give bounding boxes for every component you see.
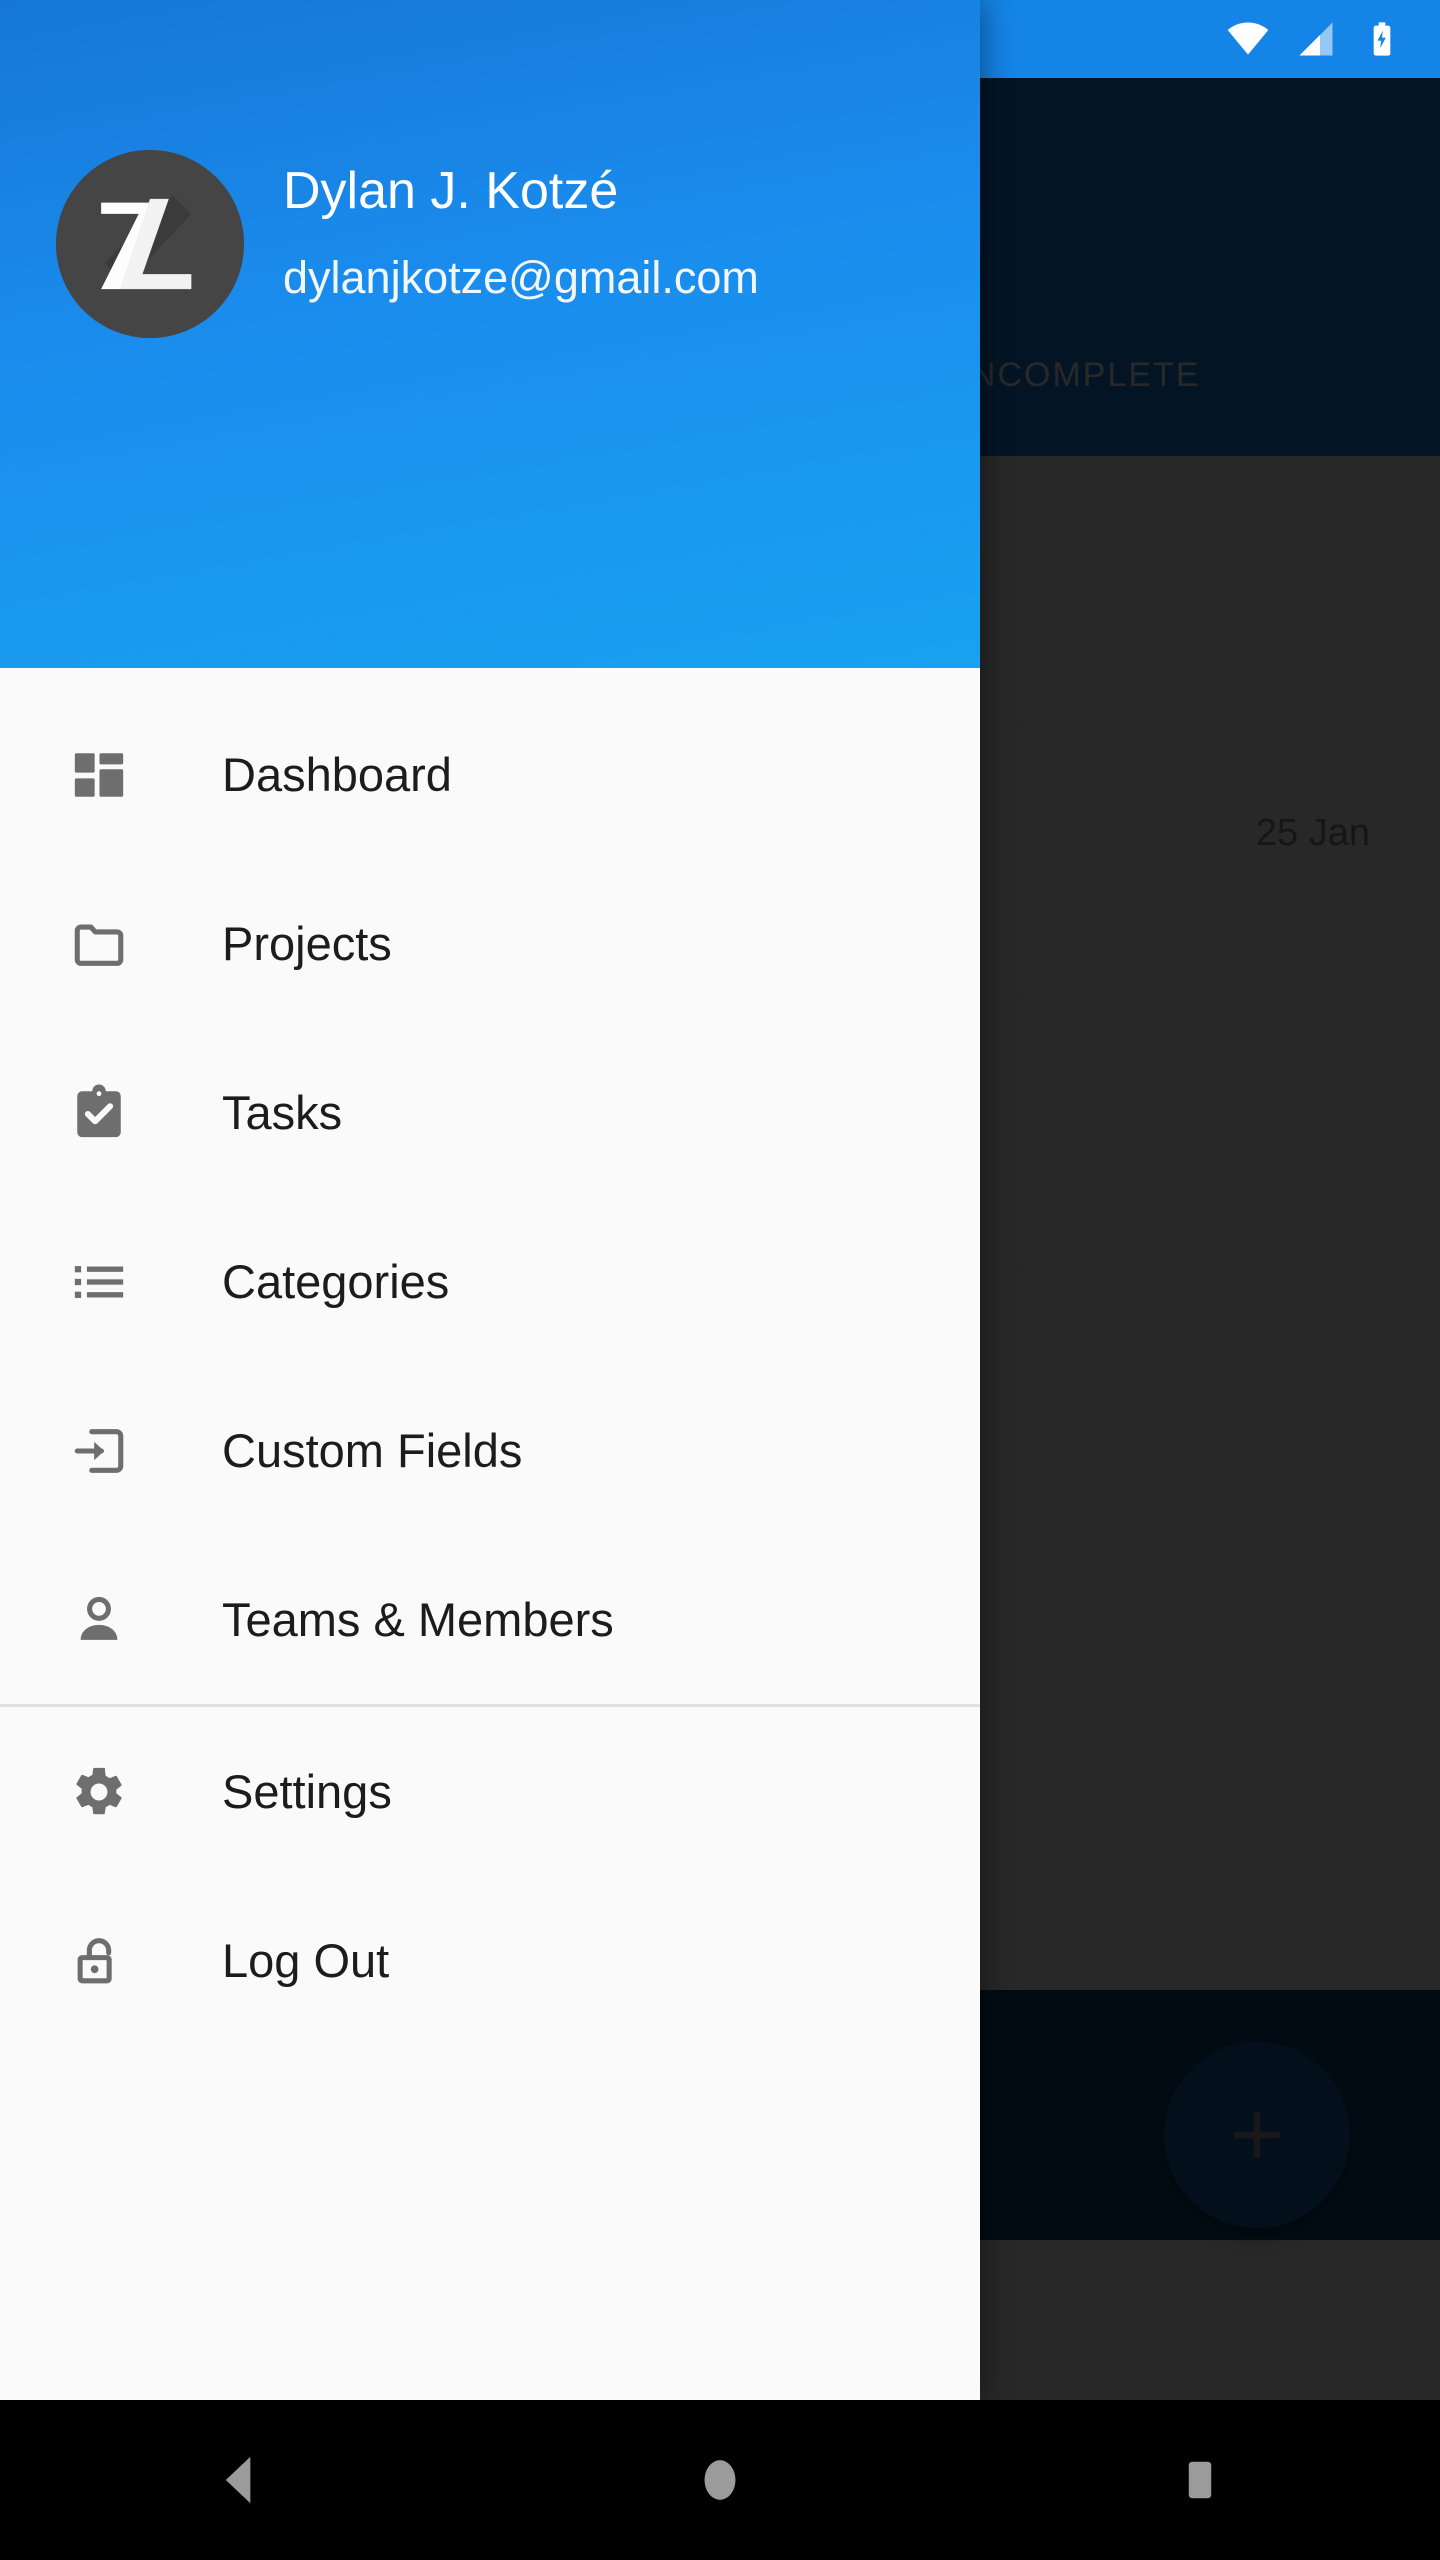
sidebar-item-label: Custom Fields bbox=[222, 1424, 523, 1477]
square-recents-icon bbox=[1188, 2461, 1212, 2499]
gear-icon bbox=[66, 1759, 132, 1825]
triangle-back-icon bbox=[225, 2456, 251, 2504]
sidebar-item-label: Log Out bbox=[222, 1934, 390, 1987]
sidebar-item-dashboard[interactable]: Dashboard bbox=[0, 690, 980, 859]
sidebar-item-log-out[interactable]: Log Out bbox=[0, 1876, 980, 2045]
person-icon bbox=[66, 1587, 132, 1653]
drawer-header: Dylan J. Kotzé dylanjkotze@gmail.com bbox=[0, 0, 980, 668]
sidebar-item-projects[interactable]: Projects bbox=[0, 859, 980, 1028]
profile-email: dylanjkotze@gmail.com bbox=[283, 252, 759, 303]
clipboard-check-icon bbox=[66, 1080, 132, 1146]
drawer-menu: Dashboard Projects Tasks Categories Cust… bbox=[0, 668, 980, 2045]
sidebar-item-label: Dashboard bbox=[222, 748, 452, 801]
nav-recents-button[interactable] bbox=[1100, 2400, 1300, 2560]
profile-name: Dylan J. Kotzé bbox=[283, 162, 619, 220]
unlock-padlock-icon bbox=[66, 1928, 132, 1994]
sidebar-item-label: Teams & Members bbox=[222, 1593, 614, 1646]
dashboard-grid-icon bbox=[66, 742, 132, 808]
avatar[interactable] bbox=[56, 150, 244, 338]
plus-icon bbox=[1234, 2112, 1280, 2158]
add-task-fab[interactable] bbox=[1164, 2042, 1350, 2228]
bulleted-list-icon bbox=[66, 1249, 132, 1315]
sidebar-item-tasks[interactable]: Tasks bbox=[0, 1028, 980, 1197]
sidebar-item-label: Categories bbox=[222, 1255, 450, 1308]
circle-home-icon bbox=[704, 2460, 736, 2500]
nav-home-button[interactable] bbox=[620, 2400, 820, 2560]
system-nav-bar bbox=[0, 2400, 1440, 2560]
battery-charging-icon bbox=[1373, 22, 1391, 56]
app-screen: COMPLETE INCOMPLETE Add notification sup… bbox=[0, 0, 1440, 2560]
sidebar-item-categories[interactable]: Categories bbox=[0, 1197, 980, 1366]
nav-back-button[interactable] bbox=[140, 2400, 340, 2560]
monogram-7l-icon bbox=[56, 150, 244, 338]
sidebar-item-label: Tasks bbox=[222, 1086, 343, 1139]
navigation-drawer: Dylan J. Kotzé dylanjkotze@gmail.com Das… bbox=[0, 0, 980, 2400]
status-bar-right bbox=[1226, 17, 1440, 61]
sidebar-item-settings[interactable]: Settings bbox=[0, 1707, 980, 1876]
sidebar-item-teams-members[interactable]: Teams & Members bbox=[0, 1535, 980, 1704]
wifi-icon bbox=[1227, 22, 1269, 55]
cell-signal-icon bbox=[1299, 22, 1333, 56]
task-date: 25 Jan bbox=[1255, 812, 1370, 854]
sidebar-item-custom-fields[interactable]: Custom Fields bbox=[0, 1366, 980, 1535]
folder-icon bbox=[66, 911, 132, 977]
sidebar-item-label: Projects bbox=[222, 917, 392, 970]
input-arrow-box-icon bbox=[66, 1418, 132, 1484]
sidebar-item-label: Settings bbox=[222, 1765, 392, 1818]
